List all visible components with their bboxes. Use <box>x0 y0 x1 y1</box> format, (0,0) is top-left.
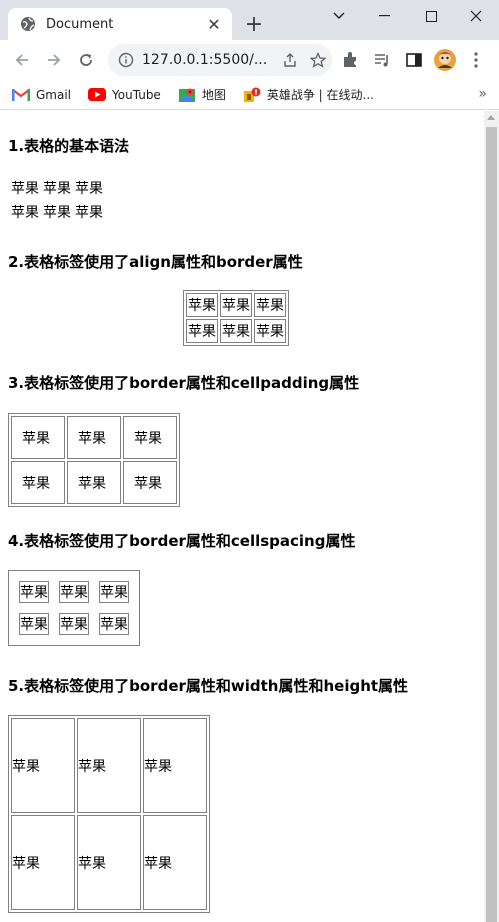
browser-toolbar: 127.0.0.1:5500/... <box>0 40 499 80</box>
table-row: 苹果 苹果 苹果 <box>10 177 104 199</box>
page-viewport: 1.表格的基本语法 苹果 苹果 苹果 苹果 苹果 苹果 2.表格标签使用了ali… <box>0 111 499 922</box>
table-cell: 苹果 <box>67 461 121 504</box>
table-cell: 苹果 <box>59 581 89 603</box>
table-cell: 苹果 <box>11 416 65 459</box>
table-row: 苹果 苹果 苹果 <box>11 461 177 504</box>
table-cell: 苹果 <box>123 416 177 459</box>
back-button[interactable] <box>6 44 38 76</box>
table-cellspacing: 苹果 苹果 苹果 苹果 苹果 苹果 <box>8 570 140 646</box>
close-tab-icon[interactable]: ✕ <box>202 12 226 36</box>
address-bar[interactable]: 127.0.0.1:5500/... <box>108 44 332 76</box>
profile-avatar[interactable] <box>433 48 457 72</box>
bookmark-label: 英雄战争 | 在线动... <box>266 88 374 102</box>
minimize-button[interactable] <box>362 0 408 32</box>
table-cell: 苹果 <box>11 205 39 221</box>
scroll-up-arrow-icon[interactable] <box>487 115 495 120</box>
close-icon <box>470 10 482 22</box>
media-queue-icon[interactable] <box>370 48 394 72</box>
table-cell: 苹果 <box>11 718 75 813</box>
section-5-heading: 5.表格标签使用了border属性和width属性和height属性 <box>8 677 409 695</box>
table-cell: 苹果 <box>75 181 103 197</box>
section-1-heading: 1.表格的基本语法 <box>8 137 130 155</box>
side-panel-icon[interactable] <box>402 48 426 72</box>
table-row: 苹果 苹果 苹果 <box>186 293 286 317</box>
table-cell: 苹果 <box>11 461 65 504</box>
minimize-icon <box>379 15 390 17</box>
table-cellpadding: 苹果 苹果 苹果 苹果 苹果 苹果 <box>8 413 180 507</box>
share-icon[interactable] <box>276 46 304 74</box>
maximize-button[interactable] <box>408 0 454 32</box>
vertical-scrollbar[interactable] <box>484 111 499 922</box>
table-cell: 苹果 <box>77 718 141 813</box>
tab-search-button[interactable] <box>316 0 362 32</box>
table-cell: 苹果 <box>19 581 49 603</box>
bookmark-game[interactable]: 英雄战争 | 在线动... <box>243 86 374 103</box>
arrow-left-icon <box>15 54 28 66</box>
table-row: 苹果 苹果 苹果 <box>186 319 286 343</box>
globe-icon <box>21 17 35 31</box>
extensions-icon[interactable] <box>338 48 362 72</box>
table-cell: 苹果 <box>123 461 177 504</box>
game-icon <box>243 87 261 103</box>
table-basic: 苹果 苹果 苹果 苹果 苹果 苹果 <box>8 175 106 225</box>
new-tab-button[interactable]: + <box>242 12 266 37</box>
table-cell: 苹果 <box>220 293 252 317</box>
table-cell: 苹果 <box>11 815 75 910</box>
menu-kebab-icon[interactable] <box>464 48 488 72</box>
table-cell: 苹果 <box>59 613 89 635</box>
section-2-heading: 2.表格标签使用了align属性和border属性 <box>8 253 303 271</box>
table-cell: 苹果 <box>186 319 218 343</box>
bookmark-gmail[interactable]: Gmail <box>12 87 71 103</box>
tab-title: Document <box>46 16 114 32</box>
table-cell: 苹果 <box>19 613 49 635</box>
bookmarks-bar: Gmail YouTube 地图 英雄战争 | 在线动... » <box>0 80 499 110</box>
table-cell: 苹果 <box>220 319 252 343</box>
url-text: 127.0.0.1:5500/... <box>142 52 268 68</box>
reload-icon <box>80 54 92 66</box>
title-bar: Document ✕ + <box>0 0 499 40</box>
bookmark-label: 地图 <box>201 88 226 102</box>
browser-tab[interactable]: Document ✕ <box>8 8 232 40</box>
close-window-button[interactable] <box>453 0 499 32</box>
table-row: 苹果 苹果 苹果 <box>19 613 129 635</box>
table-cell: 苹果 <box>254 319 286 343</box>
table-row: 苹果 苹果 苹果 <box>10 201 104 223</box>
bookmark-youtube[interactable]: YouTube <box>88 87 161 103</box>
youtube-icon <box>88 87 107 103</box>
forward-button[interactable] <box>38 44 70 76</box>
table-row: 苹果 苹果 苹果 <box>11 718 207 813</box>
bookmark-label: Gmail <box>36 87 72 102</box>
section-4-heading: 4.表格标签使用了border属性和cellspacing属性 <box>8 532 356 550</box>
table-cell: 苹果 <box>43 181 71 197</box>
table-cell: 苹果 <box>67 416 121 459</box>
section-3-heading: 3.表格标签使用了border属性和cellpadding属性 <box>8 374 360 392</box>
maximize-icon <box>425 10 437 22</box>
maps-icon <box>178 87 196 103</box>
bookmark-maps[interactable]: 地图 <box>178 86 226 103</box>
more-bookmarks-icon[interactable]: » <box>478 86 487 102</box>
info-icon[interactable] <box>118 52 134 68</box>
table-cell: 苹果 <box>143 718 207 813</box>
table-cell: 苹果 <box>143 815 207 910</box>
table-cell: 苹果 <box>99 613 129 635</box>
reload-button[interactable] <box>70 44 102 76</box>
table-cell: 苹果 <box>75 205 103 221</box>
scrollbar-thumb[interactable] <box>486 127 497 922</box>
bookmark-label: YouTube <box>112 87 161 102</box>
table-cell: 苹果 <box>99 581 129 603</box>
table-cell: 苹果 <box>77 815 141 910</box>
arrow-right-icon <box>48 54 61 66</box>
bookmark-star-icon[interactable] <box>304 46 332 74</box>
table-width-height: 苹果 苹果 苹果 苹果 苹果 苹果 <box>8 715 210 913</box>
chevron-down-icon <box>333 12 345 19</box>
table-row: 苹果 苹果 苹果 <box>19 581 129 603</box>
table-cell: 苹果 <box>254 293 286 317</box>
table-align-border: 苹果 苹果 苹果 苹果 苹果 苹果 <box>183 290 289 346</box>
table-row: 苹果 苹果 苹果 <box>11 416 177 459</box>
table-row: 苹果 苹果 苹果 <box>11 815 207 910</box>
table-cell: 苹果 <box>43 205 71 221</box>
table-cell: 苹果 <box>11 181 39 197</box>
gmail-icon <box>12 87 30 103</box>
table-cell: 苹果 <box>186 293 218 317</box>
